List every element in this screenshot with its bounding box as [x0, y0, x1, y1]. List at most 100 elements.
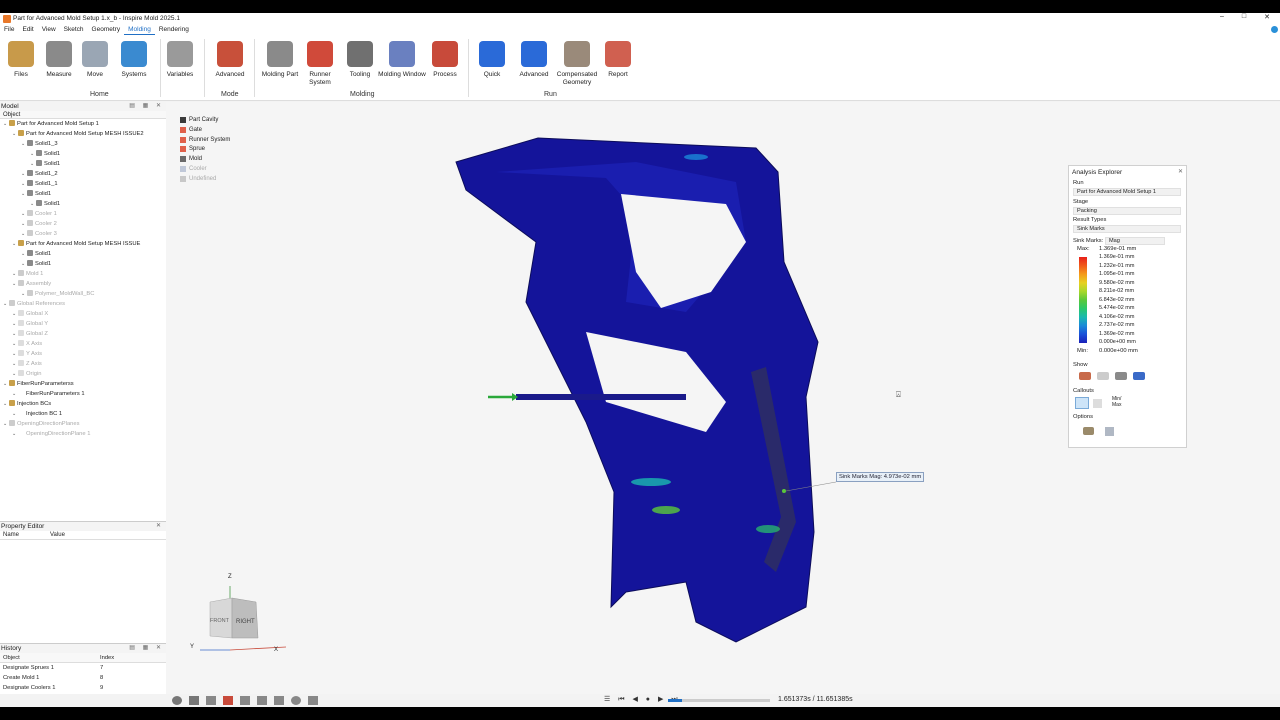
tree-item[interactable]: ⌄ Cooler 3: [0, 229, 166, 239]
tree-item[interactable]: ⌄ Solid1: [0, 249, 166, 259]
tree-item[interactable]: ⌄ Part for Advanced Mold Setup MESH ISSUE…: [0, 129, 166, 139]
tree-item[interactable]: ⌄ FiberRunParameterss: [0, 379, 166, 389]
menu-molding[interactable]: Molding: [124, 24, 155, 35]
show-part-icon[interactable]: [1079, 372, 1091, 380]
zoom-icon[interactable]: [206, 696, 216, 705]
menu-rendering[interactable]: Rendering: [155, 24, 193, 35]
panel-header-icons[interactable]: ▤ ▦ ✕: [129, 644, 164, 653]
tooling-tool[interactable]: Tooling: [344, 41, 376, 79]
show-mold-icon[interactable]: [1115, 372, 1127, 380]
compensated-geometry-tool[interactable]: Compensated Geometry: [556, 41, 598, 86]
tree-item[interactable]: ⌄ Assembly: [0, 279, 166, 289]
tree-item[interactable]: ⌄ Solid1: [0, 189, 166, 199]
show-cooler-icon[interactable]: [1133, 372, 1145, 380]
show-runner-icon[interactable]: [1097, 372, 1109, 380]
callout-pin-icon[interactable]: [1075, 397, 1089, 409]
measure-icon[interactable]: [257, 696, 267, 705]
playback-timeline[interactable]: [668, 699, 770, 702]
menu-sketch[interactable]: Sketch: [60, 24, 88, 35]
tree-item-label: Injection BC 1: [26, 411, 63, 417]
menu-file[interactable]: File: [0, 24, 18, 35]
tree-item[interactable]: ⌄ Origin: [0, 369, 166, 379]
variables-tool[interactable]: Variables: [164, 41, 196, 79]
tree-item[interactable]: ⌄ Mold 1: [0, 269, 166, 279]
pan-icon[interactable]: [189, 696, 199, 705]
move-tool[interactable]: Move: [80, 41, 110, 79]
cube-front-label[interactable]: FRONT: [210, 618, 229, 624]
tree-item[interactable]: ⌄ Solid1: [0, 259, 166, 269]
close-icon[interactable]: ✕: [1178, 168, 1183, 175]
files-tool[interactable]: Files: [6, 41, 36, 79]
options-display-icon[interactable]: [1083, 427, 1094, 435]
sink-mark-callout[interactable]: Sink Marks Mag: 4.973e-02 mm: [836, 472, 925, 482]
close-icon[interactable]: ✕: [156, 522, 164, 531]
tree-item-label: Part for Advanced Mold Setup MESH ISSUE: [26, 241, 141, 247]
minimize-button[interactable]: –: [1220, 13, 1224, 21]
tree-item-label: Solid1: [35, 191, 52, 197]
tree-item[interactable]: ⌄ Part for Advanced Mold Setup MESH ISSUE: [0, 239, 166, 249]
runner-system-tool[interactable]: Runner System: [303, 41, 337, 86]
tree-item[interactable]: ⌄ Z Axis: [0, 359, 166, 369]
callout-point[interactable]: [782, 489, 786, 493]
tree-item[interactable]: ⌄ OpeningDirectionPlane 1: [0, 429, 166, 439]
maximize-button[interactable]: □: [1242, 13, 1246, 21]
field-dropdown[interactable]: Mag: [1105, 237, 1165, 245]
tree-item[interactable]: ⌄ Global Y: [0, 319, 166, 329]
history-row[interactable]: Create Mold 1 8: [0, 673, 166, 683]
run-dropdown[interactable]: Part for Advanced Mold Setup 1: [1073, 188, 1181, 196]
help-icon[interactable]: [1271, 26, 1278, 33]
molding-part-tool[interactable]: Molding Part: [260, 41, 300, 79]
tree-item[interactable]: ⌄ OpeningDirectionPlanes: [0, 419, 166, 429]
tree-item-icon: [9, 420, 15, 426]
tree-item[interactable]: ⌄ X Axis: [0, 339, 166, 349]
tree-item[interactable]: ⌄ Solid1: [0, 159, 166, 169]
fit-icon[interactable]: [240, 696, 250, 705]
tree-item[interactable]: ⌄ Y Axis: [0, 349, 166, 359]
tree-item[interactable]: ⌄ Injection BC 1: [0, 409, 166, 419]
tree-item-icon: [18, 310, 24, 316]
panel-header-icons[interactable]: ▤ ▦ ✕: [129, 102, 164, 111]
process-tool[interactable]: Process: [430, 41, 460, 79]
close-button[interactable]: ✕: [1264, 13, 1270, 21]
tree-item[interactable]: ⌄ Solid1: [0, 149, 166, 159]
view-cube[interactable]: FRONT RIGHT Z Y X: [190, 574, 305, 660]
history-row[interactable]: Designate Coolers 1 9: [0, 683, 166, 693]
tree-item[interactable]: ⌄ Cooler 1: [0, 209, 166, 219]
section-icon[interactable]: [223, 696, 233, 705]
menu-geometry[interactable]: Geometry: [88, 24, 125, 35]
result-type-dropdown[interactable]: Sink Marks: [1073, 225, 1181, 233]
tree-item[interactable]: ⌄ Solid1_1: [0, 179, 166, 189]
advanced-run-tool[interactable]: Advanced: [517, 41, 551, 79]
tree-item[interactable]: ⌄ Part for Advanced Mold Setup 1: [0, 119, 166, 129]
systems-tool[interactable]: Systems: [118, 41, 150, 79]
render-icon[interactable]: [291, 696, 301, 705]
tree-item[interactable]: ⌄ Polymer_MoldWall_BC: [0, 289, 166, 299]
quick-run-icon: [479, 41, 505, 67]
field-label: Sink Marks:: [1073, 238, 1104, 244]
menu-view[interactable]: View: [38, 24, 60, 35]
tree-item[interactable]: ⌄ Solid1: [0, 199, 166, 209]
report-tool[interactable]: Report: [604, 41, 632, 79]
stage-dropdown[interactable]: Packing: [1073, 207, 1181, 215]
min-max-toggle[interactable]: Min/ Max: [1112, 396, 1126, 408]
tree-item[interactable]: ⌄ Cooler 2: [0, 219, 166, 229]
tree-item[interactable]: ⌄ Solid1_2: [0, 169, 166, 179]
tree-item[interactable]: ⌄ Global References: [0, 299, 166, 309]
tree-item[interactable]: ⌄ Global X: [0, 309, 166, 319]
tree-item[interactable]: ⌄ FiberRunParameters 1: [0, 389, 166, 399]
quick-run-tool[interactable]: Quick: [477, 41, 507, 79]
orbit-icon[interactable]: [172, 696, 182, 705]
options-export-icon[interactable]: [1105, 427, 1114, 436]
tree-item[interactable]: ⌄ Injection BCs: [0, 399, 166, 409]
history-row[interactable]: Designate Sprues 1 7: [0, 663, 166, 673]
cube-right-label[interactable]: RIGHT: [236, 619, 255, 625]
callout-table-icon[interactable]: [1093, 399, 1102, 408]
selection-filter-icon[interactable]: [308, 696, 318, 705]
molding-window-tool[interactable]: Molding Window: [378, 41, 426, 79]
measure-tool[interactable]: Measure: [44, 41, 74, 79]
tree-item[interactable]: ⌄ Global Z: [0, 329, 166, 339]
advanced-mode-tool[interactable]: Advanced: [212, 41, 248, 79]
display-icon[interactable]: [274, 696, 284, 705]
menu-edit[interactable]: Edit: [18, 24, 37, 35]
tree-item[interactable]: ⌄ Solid1_3: [0, 139, 166, 149]
